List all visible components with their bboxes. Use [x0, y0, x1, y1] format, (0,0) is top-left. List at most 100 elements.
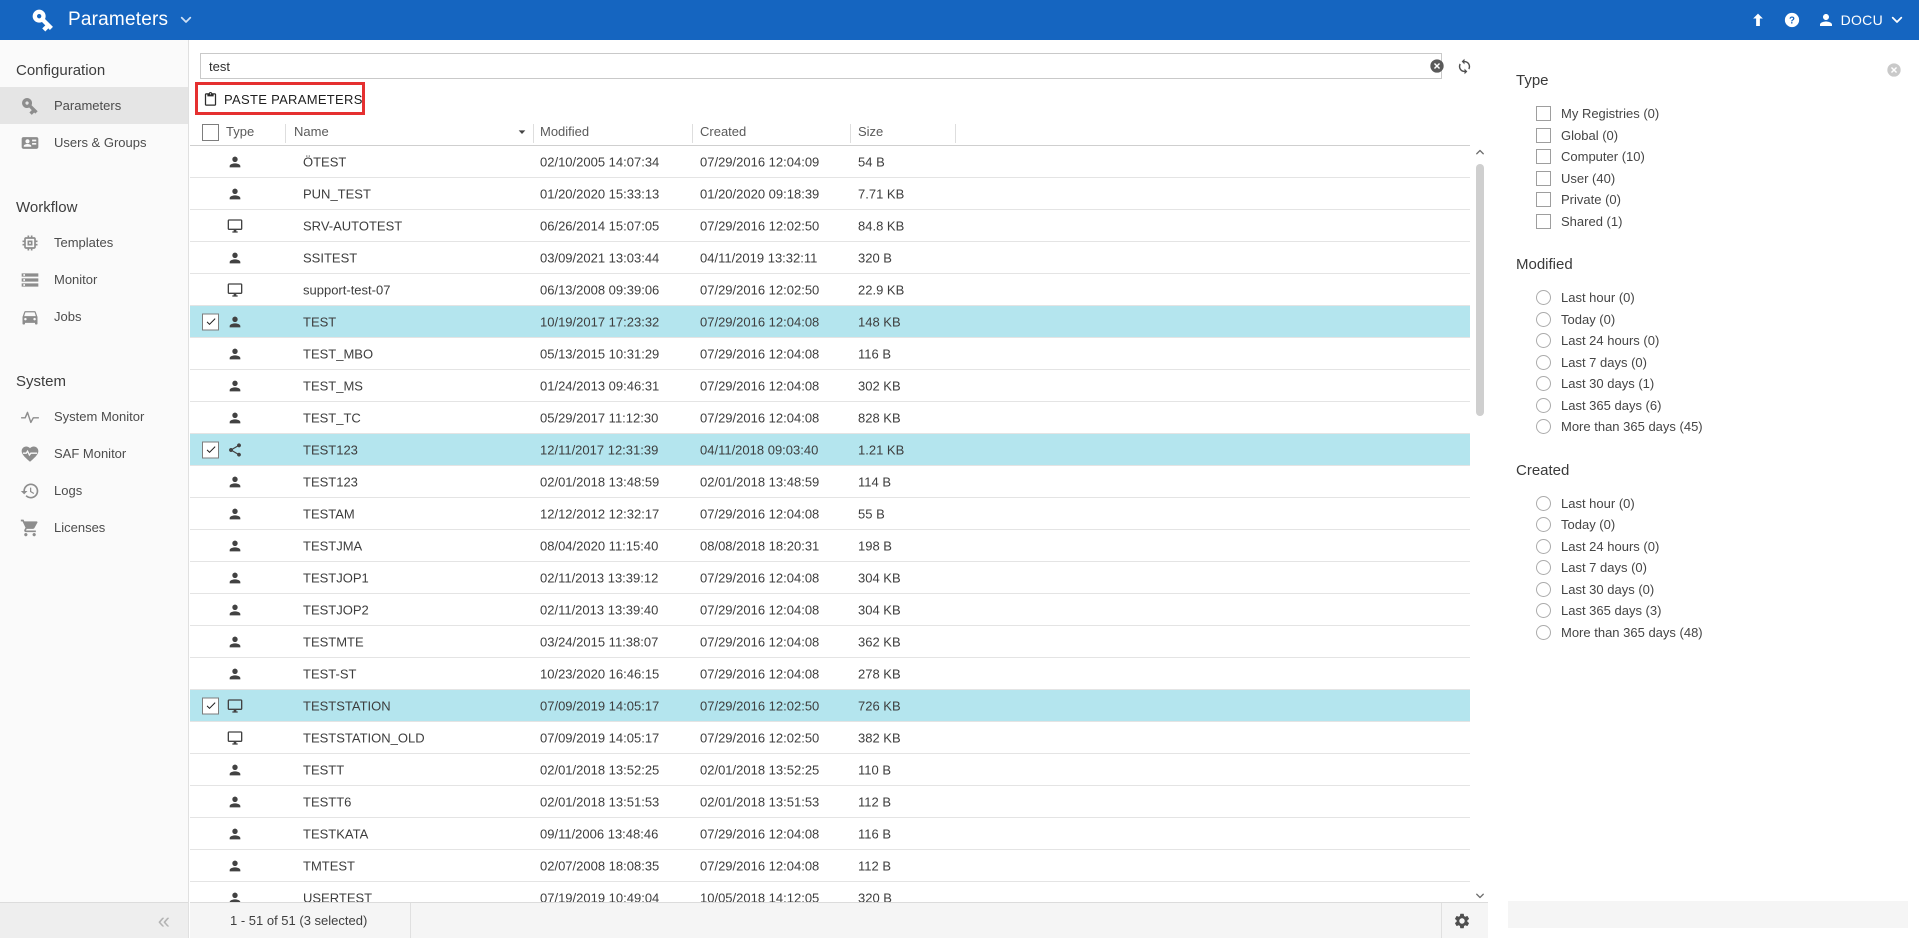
- column-header-type[interactable]: Type: [226, 124, 254, 139]
- checkbox[interactable]: [1536, 171, 1551, 186]
- radio-button[interactable]: [1536, 539, 1551, 554]
- scroll-down-icon[interactable]: [1474, 890, 1486, 902]
- table-row[interactable]: TMTEST 02/07/2008 18:08:35 07/29/2016 12…: [190, 850, 1470, 882]
- sidebar-item[interactable]: Jobs: [0, 298, 188, 335]
- table-row[interactable]: TESTMTE 03/24/2015 11:38:07 07/29/2016 1…: [190, 626, 1470, 658]
- search-input[interactable]: [200, 53, 1442, 79]
- row-created: 02/01/2018 13:52:25: [700, 762, 819, 777]
- checkbox[interactable]: [1536, 149, 1551, 164]
- filter-option[interactable]: Last hour (0): [1508, 493, 1919, 515]
- checkbox[interactable]: [1536, 106, 1551, 121]
- filter-option[interactable]: Global (0): [1508, 125, 1919, 147]
- row-checkbox[interactable]: [202, 697, 219, 714]
- radio-button[interactable]: [1536, 290, 1551, 305]
- filter-option[interactable]: Today (0): [1508, 514, 1919, 536]
- table-row[interactable]: TEST-ST 10/23/2020 16:46:15 07/29/2016 1…: [190, 658, 1470, 690]
- table-row[interactable]: TEST123 02/01/2018 13:48:59 02/01/2018 1…: [190, 466, 1470, 498]
- sidebar-item[interactable]: System Monitor: [0, 398, 188, 435]
- table-row[interactable]: USERTEST 07/19/2019 10:49:04 10/05/2018 …: [190, 882, 1470, 902]
- chevron-down-icon[interactable]: [178, 12, 194, 28]
- close-icon[interactable]: [1886, 62, 1902, 78]
- filter-option[interactable]: Private (0): [1508, 189, 1919, 211]
- radio-button[interactable]: [1536, 312, 1551, 327]
- filter-option[interactable]: Last 365 days (6): [1508, 395, 1919, 417]
- scroll-up-icon[interactable]: [1474, 146, 1486, 158]
- table-row[interactable]: TEST_MS 01/24/2013 09:46:31 07/29/2016 1…: [190, 370, 1470, 402]
- help-icon[interactable]: [1783, 11, 1801, 29]
- filter-option[interactable]: Last 7 days (0): [1508, 557, 1919, 579]
- paste-parameters-button[interactable]: PASTE PARAMETERS: [203, 87, 363, 111]
- sort-dropdown-icon[interactable]: [514, 124, 530, 140]
- sidebar-item[interactable]: Templates: [0, 224, 188, 261]
- filter-option[interactable]: Last 7 days (0): [1508, 352, 1919, 374]
- sidebar-item[interactable]: Monitor: [0, 261, 188, 298]
- table-row[interactable]: TEST_MBO 05/13/2015 10:31:29 07/29/2016 …: [190, 338, 1470, 370]
- radio-button[interactable]: [1536, 376, 1551, 391]
- filter-option[interactable]: User (40): [1508, 168, 1919, 190]
- checkbox[interactable]: [1536, 192, 1551, 207]
- table-row[interactable]: TESTSTATION 07/09/2019 14:05:17 07/29/20…: [190, 690, 1470, 722]
- filter-option[interactable]: Last 24 hours (0): [1508, 536, 1919, 558]
- table-row[interactable]: support-test-07 06/13/2008 09:39:06 07/2…: [190, 274, 1470, 306]
- radio-button[interactable]: [1536, 355, 1551, 370]
- filter-option[interactable]: Last 365 days (3): [1508, 600, 1919, 622]
- filter-option[interactable]: More than 365 days (45): [1508, 416, 1919, 438]
- radio-button[interactable]: [1536, 603, 1551, 618]
- radio-button[interactable]: [1536, 333, 1551, 348]
- column-header-name[interactable]: Name: [294, 124, 329, 139]
- sidebar-item[interactable]: Logs: [0, 472, 188, 509]
- radio-button[interactable]: [1536, 517, 1551, 532]
- row-checkbox[interactable]: [202, 313, 219, 330]
- upload-icon[interactable]: [1749, 11, 1767, 29]
- radio-button[interactable]: [1536, 560, 1551, 575]
- table-row[interactable]: TESTJOP2 02/11/2013 13:39:40 07/29/2016 …: [190, 594, 1470, 626]
- filter-option[interactable]: Last hour (0): [1508, 287, 1919, 309]
- vertical-scrollbar[interactable]: [1473, 146, 1487, 902]
- column-header-modified[interactable]: Modified: [540, 124, 589, 139]
- radio-button[interactable]: [1536, 625, 1551, 640]
- radio-button[interactable]: [1536, 496, 1551, 511]
- table-row[interactable]: TEST 10/19/2017 17:23:32 07/29/2016 12:0…: [190, 306, 1470, 338]
- table-row[interactable]: PUN_TEST 01/20/2020 15:33:13 01/20/2020 …: [190, 178, 1470, 210]
- account-menu[interactable]: DOCU: [1817, 11, 1905, 29]
- checkbox[interactable]: [1536, 128, 1551, 143]
- filter-option[interactable]: Shared (1): [1508, 211, 1919, 233]
- filter-option[interactable]: Last 30 days (1): [1508, 373, 1919, 395]
- table-row[interactable]: SRV-AUTOTEST 06/26/2014 15:07:05 07/29/2…: [190, 210, 1470, 242]
- sidebar-item[interactable]: Parameters: [0, 87, 188, 124]
- sidebar-item[interactable]: Licenses: [0, 509, 188, 546]
- filter-option[interactable]: More than 365 days (48): [1508, 622, 1919, 644]
- column-header-created[interactable]: Created: [700, 124, 746, 139]
- radio-button[interactable]: [1536, 582, 1551, 597]
- filter-option[interactable]: My Registries (0): [1508, 103, 1919, 125]
- table-row[interactable]: TESTKATA 09/11/2006 13:48:46 07/29/2016 …: [190, 818, 1470, 850]
- column-header-size[interactable]: Size: [858, 124, 883, 139]
- scrollbar-thumb[interactable]: [1476, 164, 1484, 416]
- table-row[interactable]: TESTJMA 08/04/2020 11:15:40 08/08/2018 1…: [190, 530, 1470, 562]
- table-row[interactable]: ÖTEST 02/10/2005 14:07:34 07/29/2016 12:…: [190, 146, 1470, 178]
- table-row[interactable]: TESTSTATION_OLD 07/09/2019 14:05:17 07/2…: [190, 722, 1470, 754]
- filter-option[interactable]: Last 30 days (0): [1508, 579, 1919, 601]
- radio-button[interactable]: [1536, 419, 1551, 434]
- table-row[interactable]: SSITEST 03/09/2021 13:03:44 04/11/2019 1…: [190, 242, 1470, 274]
- sidebar-item[interactable]: SAF Monitor: [0, 435, 188, 472]
- filter-option[interactable]: Today (0): [1508, 309, 1919, 331]
- clear-search-icon[interactable]: [1429, 58, 1445, 74]
- filter-option[interactable]: Computer (10): [1508, 146, 1919, 168]
- select-all-checkbox[interactable]: [202, 124, 219, 141]
- refresh-icon[interactable]: [1456, 58, 1473, 75]
- filter-option-label: Last hour (0): [1561, 496, 1635, 511]
- table-row[interactable]: TEST_TC 05/29/2017 11:12:30 07/29/2016 1…: [190, 402, 1470, 434]
- table-row[interactable]: TESTAM 12/12/2012 12:32:17 07/29/2016 12…: [190, 498, 1470, 530]
- table-row[interactable]: TEST123 12/11/2017 12:31:39 04/11/2018 0…: [190, 434, 1470, 466]
- double-chevron-left-icon[interactable]: «: [158, 910, 170, 932]
- table-row[interactable]: TESTJOP1 02/11/2013 13:39:12 07/29/2016 …: [190, 562, 1470, 594]
- checkbox[interactable]: [1536, 214, 1551, 229]
- filter-option[interactable]: Last 24 hours (0): [1508, 330, 1919, 352]
- gear-icon[interactable]: [1453, 912, 1471, 930]
- row-checkbox[interactable]: [202, 441, 219, 458]
- sidebar-item[interactable]: Users & Groups: [0, 124, 188, 161]
- table-row[interactable]: TESTT 02/01/2018 13:52:25 02/01/2018 13:…: [190, 754, 1470, 786]
- radio-button[interactable]: [1536, 398, 1551, 413]
- table-row[interactable]: TESTT6 02/01/2018 13:51:53 02/01/2018 13…: [190, 786, 1470, 818]
